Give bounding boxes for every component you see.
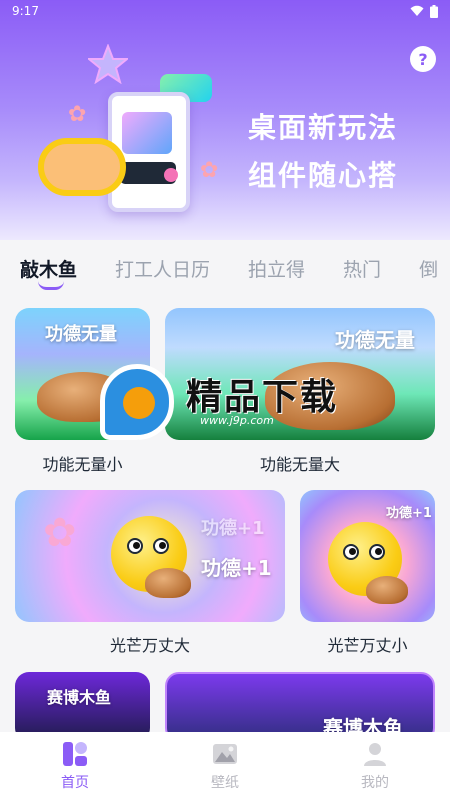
card-caption: 功能无量大 (259, 455, 340, 474)
tab-countdown[interactable]: 倒 (419, 255, 438, 282)
lotus-icon: ✿ (43, 510, 77, 556)
hero-title-line1: 桌面新玩法 (248, 111, 399, 144)
wooden-fish-icon (145, 568, 191, 598)
hero-banner[interactable]: 9:17 ✿ ✿ ? 桌面新玩法 组件随心搭 (0, 0, 450, 240)
watermark: 精品下载 www.j9p.com (100, 358, 360, 442)
card-overlay-text: 功德+1 (201, 518, 265, 539)
wifi-icon (410, 5, 424, 16)
tab-worker-calendar[interactable]: 打工人日历 (115, 255, 210, 282)
watermark-text: 精品下载 (186, 377, 339, 418)
status-time: 9:17 (12, 4, 39, 18)
widget-card-small-radiance[interactable]: 功德+1 (300, 490, 435, 622)
watermark-logo-icon (100, 364, 174, 440)
card-overlay-text: 功德无量 (45, 324, 117, 345)
flower-icon: ✿ (200, 158, 219, 183)
card-overlay-text: 功德+1 (386, 506, 432, 521)
nav-profile[interactable]: 我的 (335, 740, 415, 792)
star-icon (88, 44, 128, 84)
tab-knock-wooden-fish[interactable]: 敲木鱼 (20, 255, 77, 290)
category-tabs: 敲木鱼 打工人日历 拍立得 热门 倒 (0, 240, 450, 296)
nav-home[interactable]: 首页 (35, 740, 115, 792)
status-icons (410, 4, 438, 18)
card-caption: 功能无量小 (42, 455, 123, 474)
question-circle-icon: ? (418, 49, 428, 69)
card-caption: 光芒万丈大 (109, 636, 190, 655)
status-bar: 9:17 (0, 0, 450, 22)
flower-icon: ✿ (68, 102, 87, 127)
nav-wallpaper[interactable]: 壁纸 (185, 740, 265, 792)
tab-polaroid[interactable]: 拍立得 (248, 255, 305, 282)
user-profile-icon (364, 743, 386, 766)
hand-illustration (38, 138, 126, 196)
card-overlay-text: 功德+1 (201, 556, 272, 580)
widget-card-large-radiance[interactable]: 功德+1 功德+1 ✿ (15, 490, 285, 622)
battery-icon (430, 4, 438, 18)
bottom-navigation: 首页 壁纸 我的 (0, 732, 450, 800)
wallpaper-mountain-icon (213, 744, 237, 764)
wooden-fish-icon (366, 576, 408, 604)
card-caption: 光芒万丈小 (327, 636, 408, 655)
watermark-url: www.j9p.com (200, 414, 274, 427)
card-overlay-text: 赛博木鱼 (47, 688, 112, 707)
hero-title-line2: 组件随心搭 (248, 159, 399, 192)
nav-home-label: 首页 (61, 775, 89, 791)
nav-profile-label: 我的 (361, 775, 389, 791)
help-button[interactable]: ? (410, 46, 436, 72)
card-overlay-text: 功德无量 (335, 328, 415, 352)
tab-hot[interactable]: 热门 (343, 255, 381, 282)
home-grid-icon (63, 742, 87, 766)
nav-wallpaper-label: 壁纸 (211, 775, 239, 791)
